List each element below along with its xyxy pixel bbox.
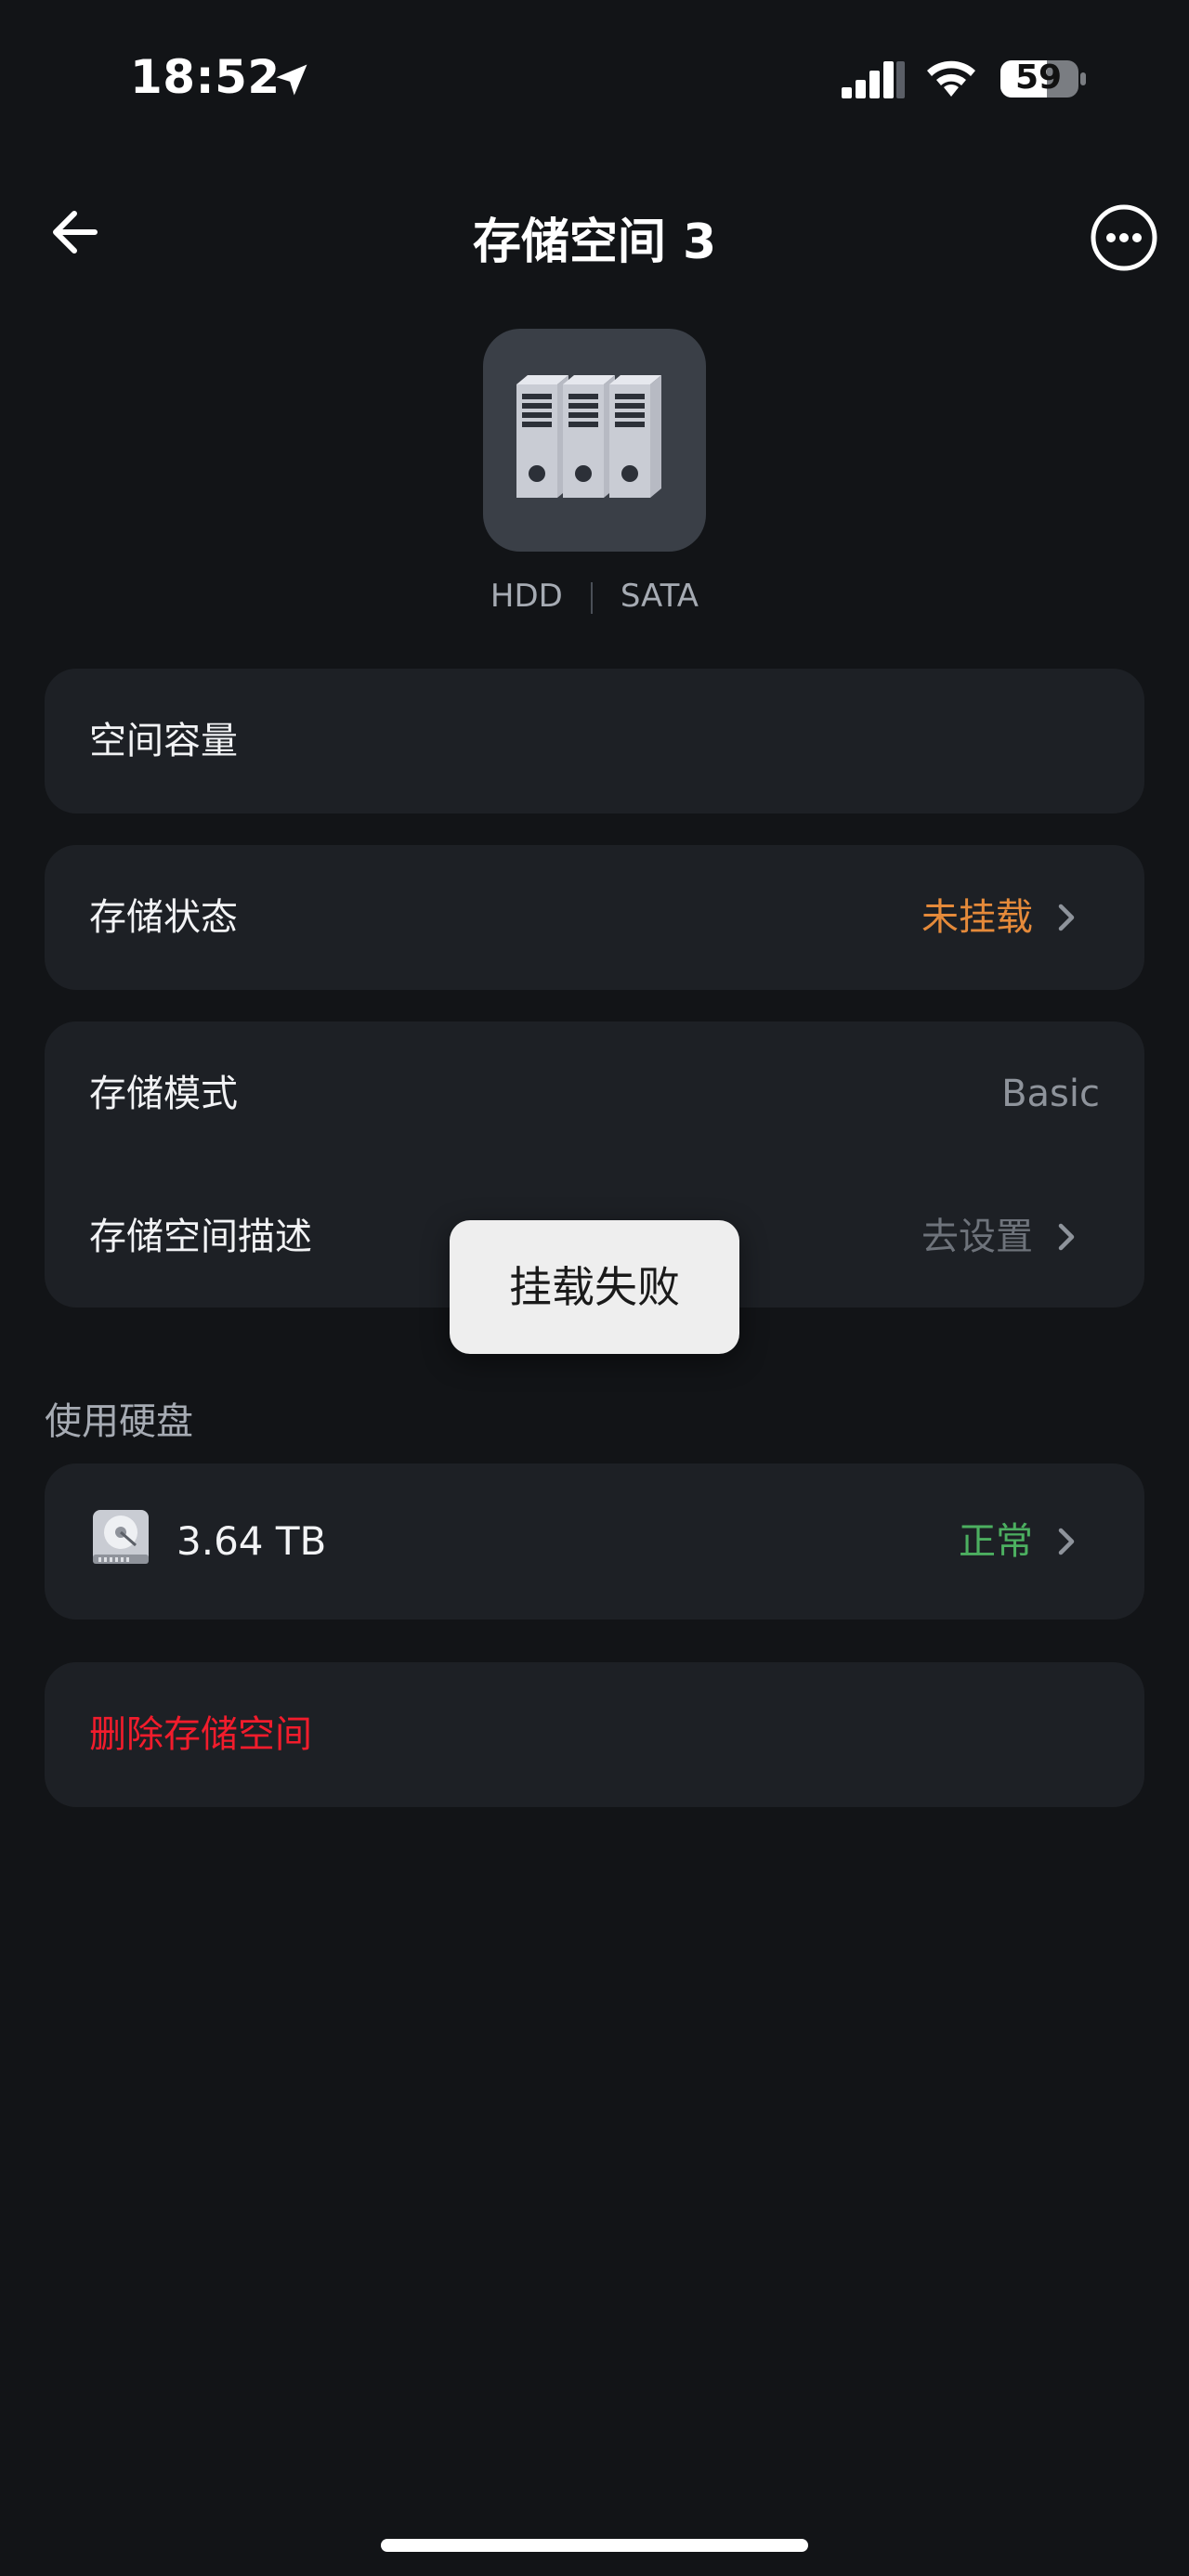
cellular-signal-icon — [842, 61, 905, 98]
delete-card[interactable]: 删除存储空间 — [45, 1662, 1144, 1807]
mount-failed-toast: 挂载失败 — [450, 1220, 739, 1354]
page-title: 存储空间 3 — [472, 215, 717, 270]
wifi-icon — [927, 60, 975, 97]
back-arrow-icon[interactable] — [41, 195, 115, 269]
storage-description-value: 去设置 — [921, 1216, 1033, 1258]
disk-status: 正常 — [959, 1520, 1033, 1563]
disks-section-title: 使用硬盘 — [45, 1400, 193, 1443]
disk-row[interactable]: 3.64 TB 正常 — [45, 1469, 1144, 1614]
storage-space-icon-tile — [483, 329, 706, 552]
delete-storage-label: 删除存储空间 — [89, 1713, 312, 1756]
capacity-label: 空间容量 — [89, 720, 238, 762]
disk-type-info: HDD SATA — [0, 578, 1189, 615]
delete-storage-button[interactable]: 删除存储空间 — [45, 1662, 1144, 1807]
status-time: 18:52 — [130, 50, 281, 104]
interface-label: SATA — [620, 578, 699, 615]
storage-mode-row: 存储模式 Basic — [45, 1021, 1144, 1166]
storage-mode-label: 存储模式 — [89, 1073, 238, 1115]
status-card[interactable]: 存储状态 未挂载 — [45, 845, 1144, 990]
storage-status-row[interactable]: 存储状态 未挂载 — [45, 845, 1144, 990]
chevron-right-icon — [1058, 1528, 1075, 1555]
chevron-right-icon — [1058, 904, 1075, 931]
storage-mode-value: Basic — [1001, 1073, 1100, 1115]
divider — [590, 581, 593, 614]
chevron-right-icon — [1058, 1223, 1075, 1251]
hard-drive-icon — [93, 1510, 149, 1564]
status-bar: 18:52 59 — [0, 0, 1189, 158]
server-binders-icon — [516, 375, 661, 498]
storage-description-label: 存储空间描述 — [89, 1216, 312, 1258]
disk-size: 3.64 TB — [176, 1518, 327, 1564]
disk-card[interactable]: 3.64 TB 正常 — [45, 1464, 1144, 1620]
storage-status-label: 存储状态 — [89, 896, 238, 939]
home-indicator[interactable] — [381, 2539, 808, 2552]
disk-type-label: HDD — [490, 578, 563, 615]
more-options-icon[interactable] — [1089, 202, 1159, 273]
battery-level: 59 — [1014, 59, 1063, 97]
location-arrow-icon — [276, 64, 307, 96]
storage-status-value: 未挂载 — [921, 896, 1033, 939]
capacity-row[interactable]: 空间容量 — [45, 669, 1144, 813]
capacity-card[interactable]: 空间容量 — [45, 669, 1144, 813]
